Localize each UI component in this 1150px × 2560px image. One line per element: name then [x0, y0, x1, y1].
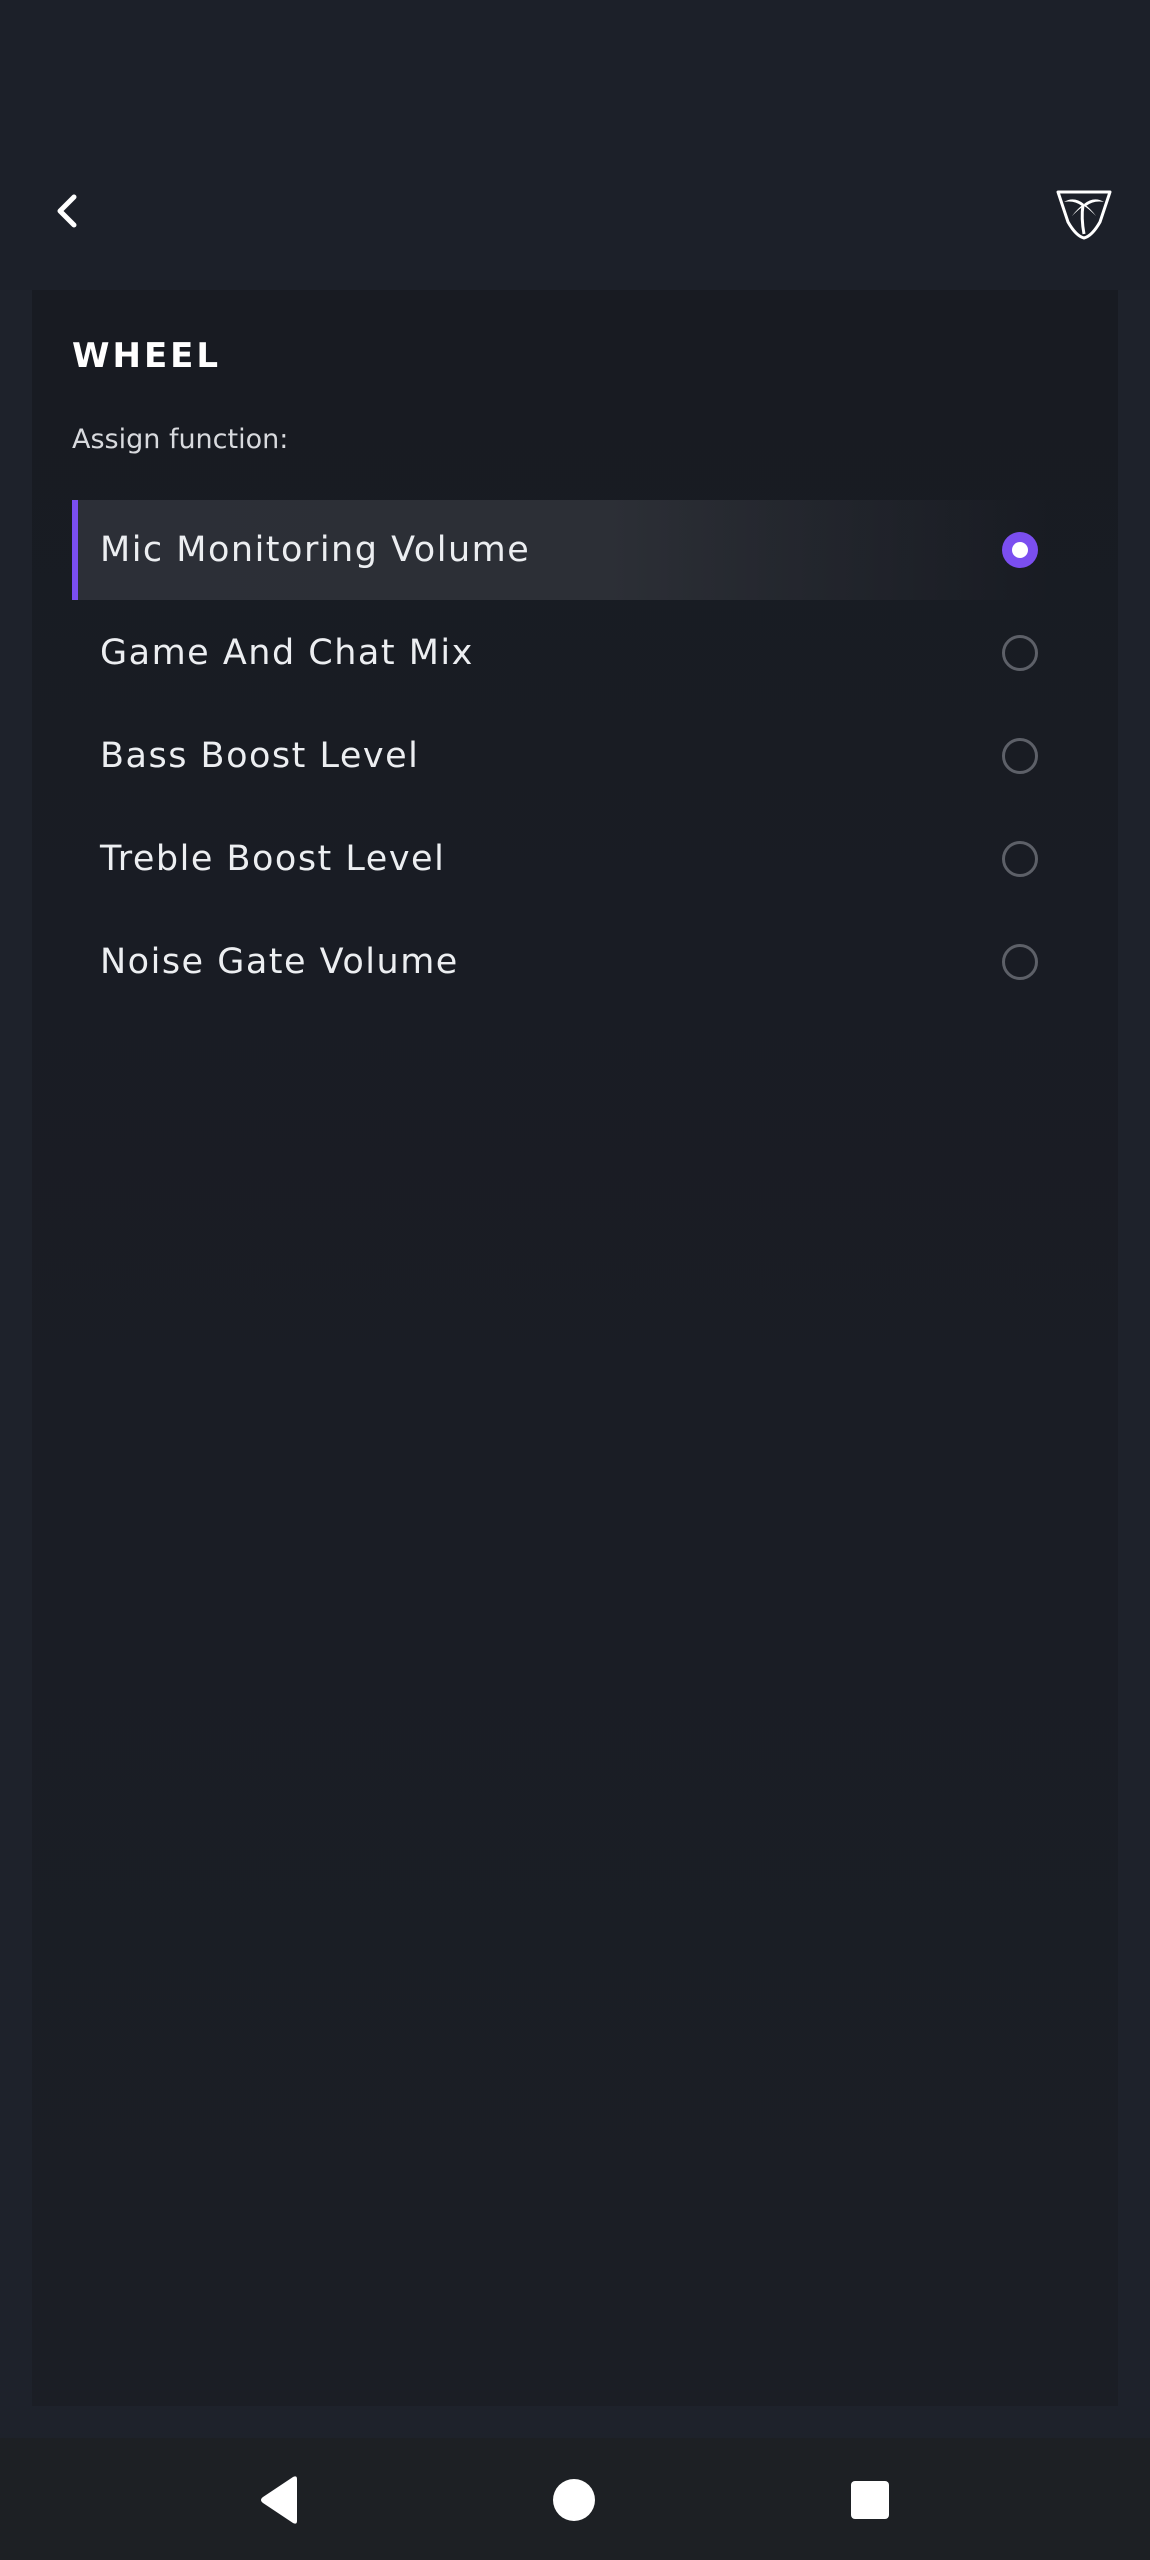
option-mic-monitoring-volume[interactable]: Mic Monitoring Volume [72, 500, 1048, 600]
option-label: Game And Chat Mix [100, 633, 474, 673]
square-recents-icon [851, 2481, 889, 2519]
chevron-left-icon [57, 194, 77, 228]
option-game-and-chat-mix[interactable]: Game And Chat Mix [72, 603, 1048, 703]
radio-button[interactable] [1002, 841, 1038, 877]
panel-title: WHEEL [72, 336, 222, 376]
option-treble-boost-level[interactable]: Treble Boost Level [72, 809, 1048, 909]
status-bar [0, 0, 1150, 160]
radio-button[interactable] [1002, 635, 1038, 671]
palm-tree-shield-logo-icon [1056, 190, 1112, 240]
nav-recents-button[interactable] [840, 2470, 900, 2530]
radio-button-selected[interactable] [1002, 532, 1038, 568]
option-label: Mic Monitoring Volume [100, 530, 531, 570]
option-noise-gate-volume[interactable]: Noise Gate Volume [72, 912, 1048, 1012]
triangle-back-icon [261, 2476, 297, 2524]
accent-bar [72, 603, 78, 703]
brand-logo [1054, 184, 1114, 240]
nav-back-button[interactable] [250, 2470, 310, 2530]
circle-home-icon [553, 2479, 595, 2521]
option-bass-boost-level[interactable]: Bass Boost Level [72, 706, 1048, 806]
back-button[interactable] [40, 184, 94, 238]
assign-function-label: Assign function: [72, 424, 289, 455]
accent-bar [72, 809, 78, 909]
radio-button[interactable] [1002, 738, 1038, 774]
radio-button[interactable] [1002, 944, 1038, 980]
top-app-bar [0, 160, 1150, 290]
option-label: Bass Boost Level [100, 736, 420, 776]
accent-bar [72, 912, 78, 1012]
accent-bar [72, 706, 78, 806]
option-label: Noise Gate Volume [100, 942, 459, 982]
selected-accent-bar [72, 500, 78, 600]
nav-home-button[interactable] [544, 2470, 604, 2530]
option-label: Treble Boost Level [100, 839, 446, 879]
function-options-list: Mic Monitoring Volume Game And Chat Mix … [72, 500, 1048, 1015]
